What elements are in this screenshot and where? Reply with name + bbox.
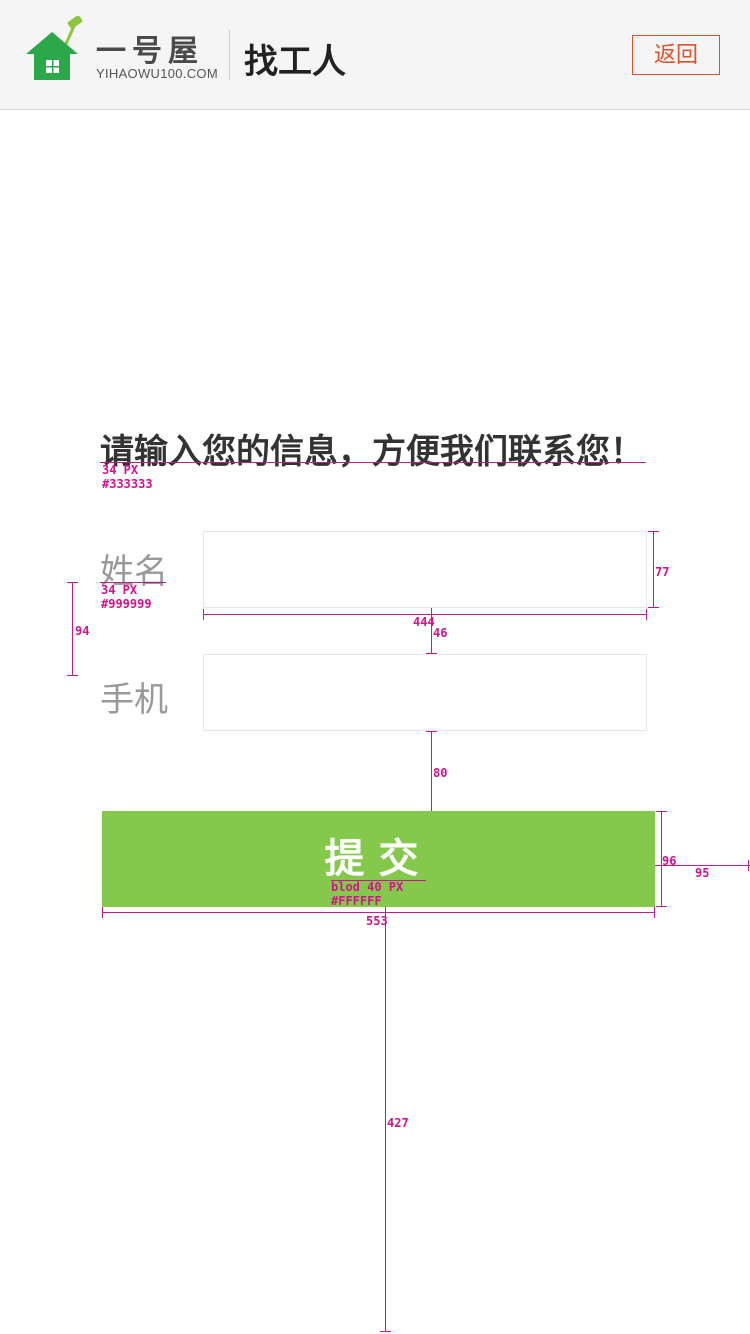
button-right-margin-annotation: 95 <box>695 866 710 880</box>
input-width-annotation-tick-left <box>203 609 204 620</box>
button-color-annotation: #FFFFFF <box>331 894 382 908</box>
button-width-annotation-tick-left <box>102 907 103 918</box>
bottom-space-annotation-tick-bottom <box>380 1331 391 1332</box>
button-gap-annotation-line <box>431 731 432 811</box>
input-height-annotation-tick-bottom <box>648 607 659 608</box>
button-gap-annotation-tick-top <box>426 731 437 732</box>
input-height-annotation: 77 <box>655 565 670 579</box>
label-gap-annotation-line <box>72 582 73 676</box>
input-gap-annotation-line <box>431 608 432 654</box>
header-divider <box>229 30 230 80</box>
form-prompt: 请输入您的信息，方便我们联系您！ <box>100 432 644 472</box>
prompt-color-annotation: #333333 <box>102 477 153 491</box>
page-title: 找工人 <box>244 42 346 82</box>
app-header: 一号屋 YIHAOWU100.COM 找工人 返回 <box>0 0 750 110</box>
button-gap-annotation: 80 <box>433 766 448 780</box>
brand-name: 一号屋 <box>96 34 204 69</box>
input-gap-annotation: 46 <box>433 626 448 640</box>
button-width-annotation-line <box>102 912 655 913</box>
label-gap-annotation-tick-top <box>67 582 78 583</box>
button-height-annotation-tick-bottom <box>656 906 667 907</box>
prompt-size-annotation: 34 PX <box>102 463 139 477</box>
house-logo-icon <box>26 16 83 80</box>
name-input[interactable] <box>203 531 647 608</box>
phone-label: 手机 <box>100 680 168 720</box>
button-right-margin-annotation-tick <box>748 860 749 871</box>
button-height-annotation-tick-top <box>656 811 667 812</box>
input-width-annotation-tick-right <box>646 609 647 620</box>
button-weight-annotation: blod 40 PX <box>331 880 404 894</box>
button-width-annotation-tick-right <box>654 907 655 918</box>
input-height-annotation-tick-top <box>648 531 659 532</box>
input-height-annotation-line <box>653 531 654 608</box>
label-gap-annotation-tick-bottom <box>67 675 78 676</box>
label-size-annotation: 34 PX <box>101 583 138 597</box>
bottom-space-annotation-line <box>385 907 386 1332</box>
phone-input[interactable] <box>203 654 647 731</box>
prompt-underline-annotation <box>100 462 646 463</box>
bottom-space-annotation: 427 <box>387 1116 409 1130</box>
label-gap-annotation: 94 <box>75 624 90 638</box>
back-button[interactable]: 返回 <box>632 35 720 75</box>
brand-domain: YIHAOWU100.COM <box>96 66 218 81</box>
label-color-annotation: #999999 <box>101 597 152 611</box>
